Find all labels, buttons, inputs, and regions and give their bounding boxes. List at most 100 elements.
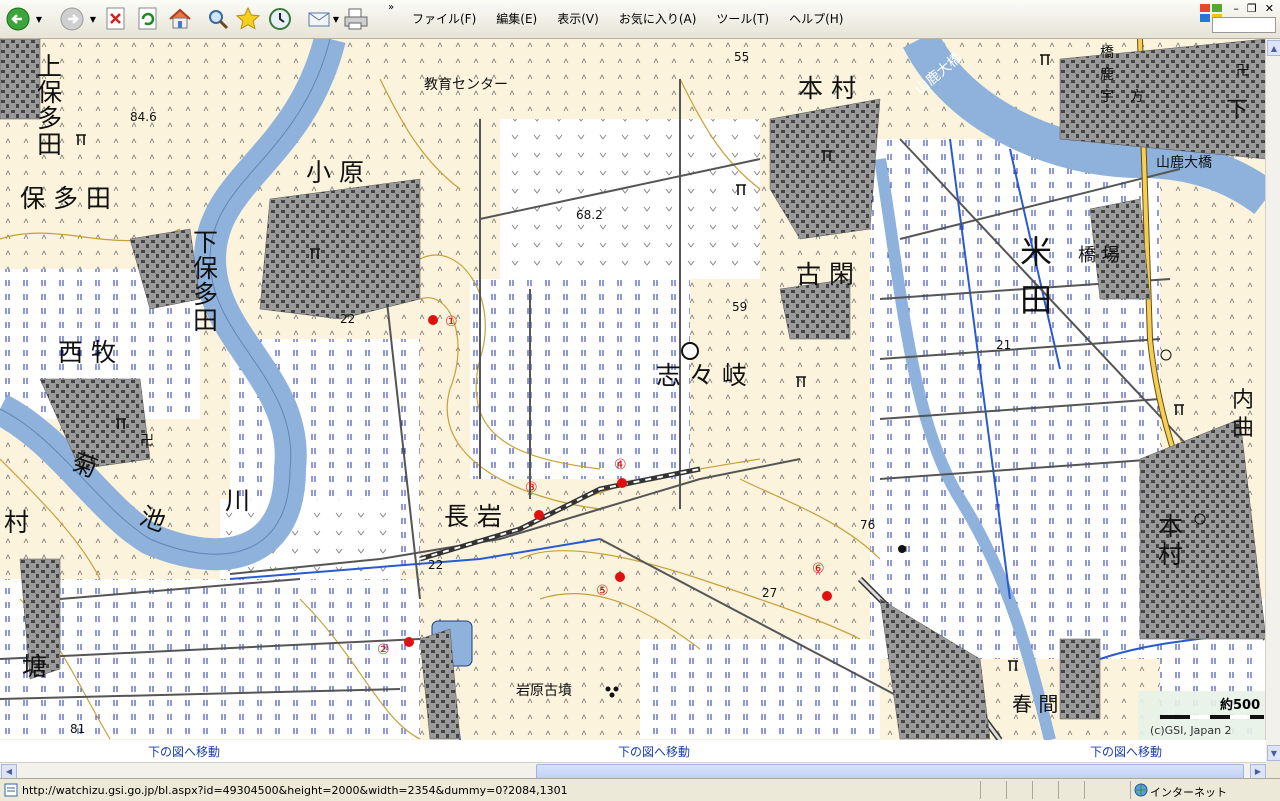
- menu-edit[interactable]: 編集(E): [496, 10, 537, 27]
- elevation-55: 55: [734, 50, 749, 64]
- place-honmura-right-2: 村: [1158, 540, 1183, 569]
- place-honmura-top: 本 村: [798, 74, 856, 103]
- place-kamihotada-1: 上: [37, 52, 62, 81]
- scroll-down-icon[interactable]: ▼: [1267, 745, 1280, 761]
- place-iwabaru-kofun: 岩原古墳: [516, 683, 572, 699]
- scroll-left-icon[interactable]: ◀: [1, 764, 17, 779]
- forward-button[interactable]: [58, 5, 86, 33]
- place-kyoiku-center: 教育センター: [424, 77, 508, 93]
- scroll-up-icon[interactable]: ▲: [1267, 40, 1280, 56]
- elevation-22-b: 22: [428, 558, 443, 572]
- place-yoneda-2: 田: [1020, 281, 1052, 319]
- place-honmura-right-1: 本: [1158, 512, 1183, 541]
- place-mura-left: 村: [4, 508, 29, 537]
- gear-office-icon: [681, 342, 699, 360]
- browser-toolbar: ▼ ▼ ▼ » ファイル(F) 編集(E) 表示(V) お気に入り(A) ツール…: [0, 0, 1280, 39]
- history-icon: [269, 8, 291, 30]
- history-button[interactable]: [266, 5, 294, 33]
- back-button[interactable]: [4, 5, 32, 33]
- page-icon: [4, 783, 18, 797]
- place-kamihotada-3: 多: [37, 104, 62, 133]
- minimize-icon[interactable]: –: [1233, 2, 1239, 15]
- elevation-21: 21: [996, 338, 1011, 352]
- place-shimohotada-1: 下: [193, 228, 218, 257]
- link-move-down-2[interactable]: 下の図へ移動: [618, 743, 690, 760]
- topographic-map[interactable]: 上 保 多 田 保 多 田 下 保 多 田 西 牧 菊 池 川 村 小 原 本 …: [0, 39, 1266, 740]
- toolbar-chevron-icon[interactable]: »: [388, 2, 394, 13]
- back-arrow-icon: [6, 7, 30, 31]
- place-hashi-3: 宇: [1100, 89, 1114, 105]
- place-nagaiwa: 長 岩: [444, 502, 502, 531]
- place-shimohotada-2: 保: [193, 254, 218, 283]
- place-tsutsumi: 塘: [22, 652, 47, 681]
- stop-button[interactable]: [102, 5, 130, 33]
- link-move-down-3[interactable]: 下の図へ移動: [1090, 743, 1162, 760]
- copyright-text: (c)GSI, Japan 2: [1150, 724, 1232, 737]
- place-kamihotada-2: 保: [37, 78, 62, 107]
- place-kikuchigawa-3: 川: [225, 486, 250, 515]
- scroll-right-icon[interactable]: ▶: [1250, 764, 1266, 779]
- marker-3-label: ③: [525, 480, 538, 496]
- close-icon[interactable]: ✕: [1265, 2, 1274, 15]
- marker-5-label: ⑤: [596, 583, 609, 599]
- menu-favorites[interactable]: お気に入り(A): [619, 10, 697, 27]
- refresh-button[interactable]: [134, 5, 162, 33]
- place-ohara: 小 原: [306, 158, 364, 187]
- home-button[interactable]: [166, 5, 194, 33]
- scale-label: 約500: [1220, 697, 1260, 713]
- status-url: http://watchizu.gsi.go.jp/bl.aspx?id=493…: [22, 784, 568, 797]
- marker-5-dot[interactable]: [615, 572, 625, 582]
- place-shimohotada-3: 多: [193, 280, 218, 309]
- place-hashiba: 橋 場: [1078, 245, 1120, 266]
- restore-icon[interactable]: ❐: [1247, 2, 1257, 15]
- search-button[interactable]: [204, 5, 232, 33]
- elevation-27: 27: [762, 586, 777, 600]
- place-yoneda-1: 米: [1020, 233, 1052, 271]
- place-hashi-2: 鹿: [1100, 66, 1114, 83]
- marker-1-dot[interactable]: [428, 315, 438, 325]
- place-shishiki: 志 々 岐: [656, 361, 747, 390]
- status-bar: http://watchizu.gsi.go.jp/bl.aspx?id=493…: [0, 778, 1280, 801]
- elevation-22-a: 22: [340, 312, 355, 326]
- horizontal-scrollbar[interactable]: ◀ ▶: [0, 762, 1266, 779]
- marker-6-dot[interactable]: [822, 591, 832, 601]
- marker-6-label: ⑥: [812, 561, 825, 577]
- stop-icon: [106, 7, 125, 30]
- menu-bar: ファイル(F) 編集(E) 表示(V) お気に入り(A) ツール(T) ヘルプ(…: [412, 10, 863, 27]
- temple-icon-2: 卍: [140, 433, 154, 449]
- place-shita: 下: [1226, 98, 1248, 123]
- marker-2-dot[interactable]: [404, 637, 414, 647]
- mail-dropdown[interactable]: ▼: [330, 5, 342, 33]
- forward-dropdown[interactable]: ▼: [86, 5, 100, 33]
- place-hotada: 保 多 田: [20, 184, 111, 213]
- star-icon: [235, 6, 261, 30]
- menu-file[interactable]: ファイル(F): [412, 10, 476, 27]
- menu-tools[interactable]: ツール(T): [716, 10, 769, 27]
- print-button[interactable]: [342, 5, 370, 33]
- menu-view[interactable]: 表示(V): [557, 10, 599, 27]
- place-nishimaki: 西 牧: [58, 338, 116, 367]
- favorites-button[interactable]: [234, 5, 262, 33]
- elevation-84-6: 84.6: [130, 110, 157, 124]
- globe-icon: [1134, 783, 1148, 797]
- temple-icon-1: 卍: [1236, 63, 1250, 79]
- place-uchimagari-1: 内: [1232, 388, 1254, 413]
- place-kogan: 古 閑: [796, 260, 854, 289]
- printer-icon: [344, 8, 368, 30]
- refresh-icon: [138, 7, 157, 30]
- home-icon: [169, 8, 191, 29]
- place-shimohotada-4: 田: [193, 306, 218, 335]
- horizontal-scroll-thumb[interactable]: [536, 764, 1244, 779]
- elevation-59: 59: [732, 300, 747, 314]
- marker-4-dot[interactable]: [617, 478, 627, 488]
- vertical-scrollbar[interactable]: ▲ ▼: [1265, 39, 1280, 761]
- marker-1-label: ①: [445, 314, 458, 330]
- forward-arrow-icon: [60, 7, 84, 31]
- back-dropdown[interactable]: ▼: [32, 5, 46, 33]
- marker-3-dot[interactable]: [534, 510, 544, 520]
- place-uchimagari-2: 曲: [1232, 416, 1254, 441]
- address-mini-input[interactable]: [1212, 17, 1276, 33]
- menu-help[interactable]: ヘルプ(H): [789, 10, 843, 27]
- map-canvas: 上 保 多 田 保 多 田 下 保 多 田 西 牧 菊 池 川 村 小 原 本 …: [0, 39, 1266, 740]
- link-move-down-1[interactable]: 下の図へ移動: [148, 743, 220, 760]
